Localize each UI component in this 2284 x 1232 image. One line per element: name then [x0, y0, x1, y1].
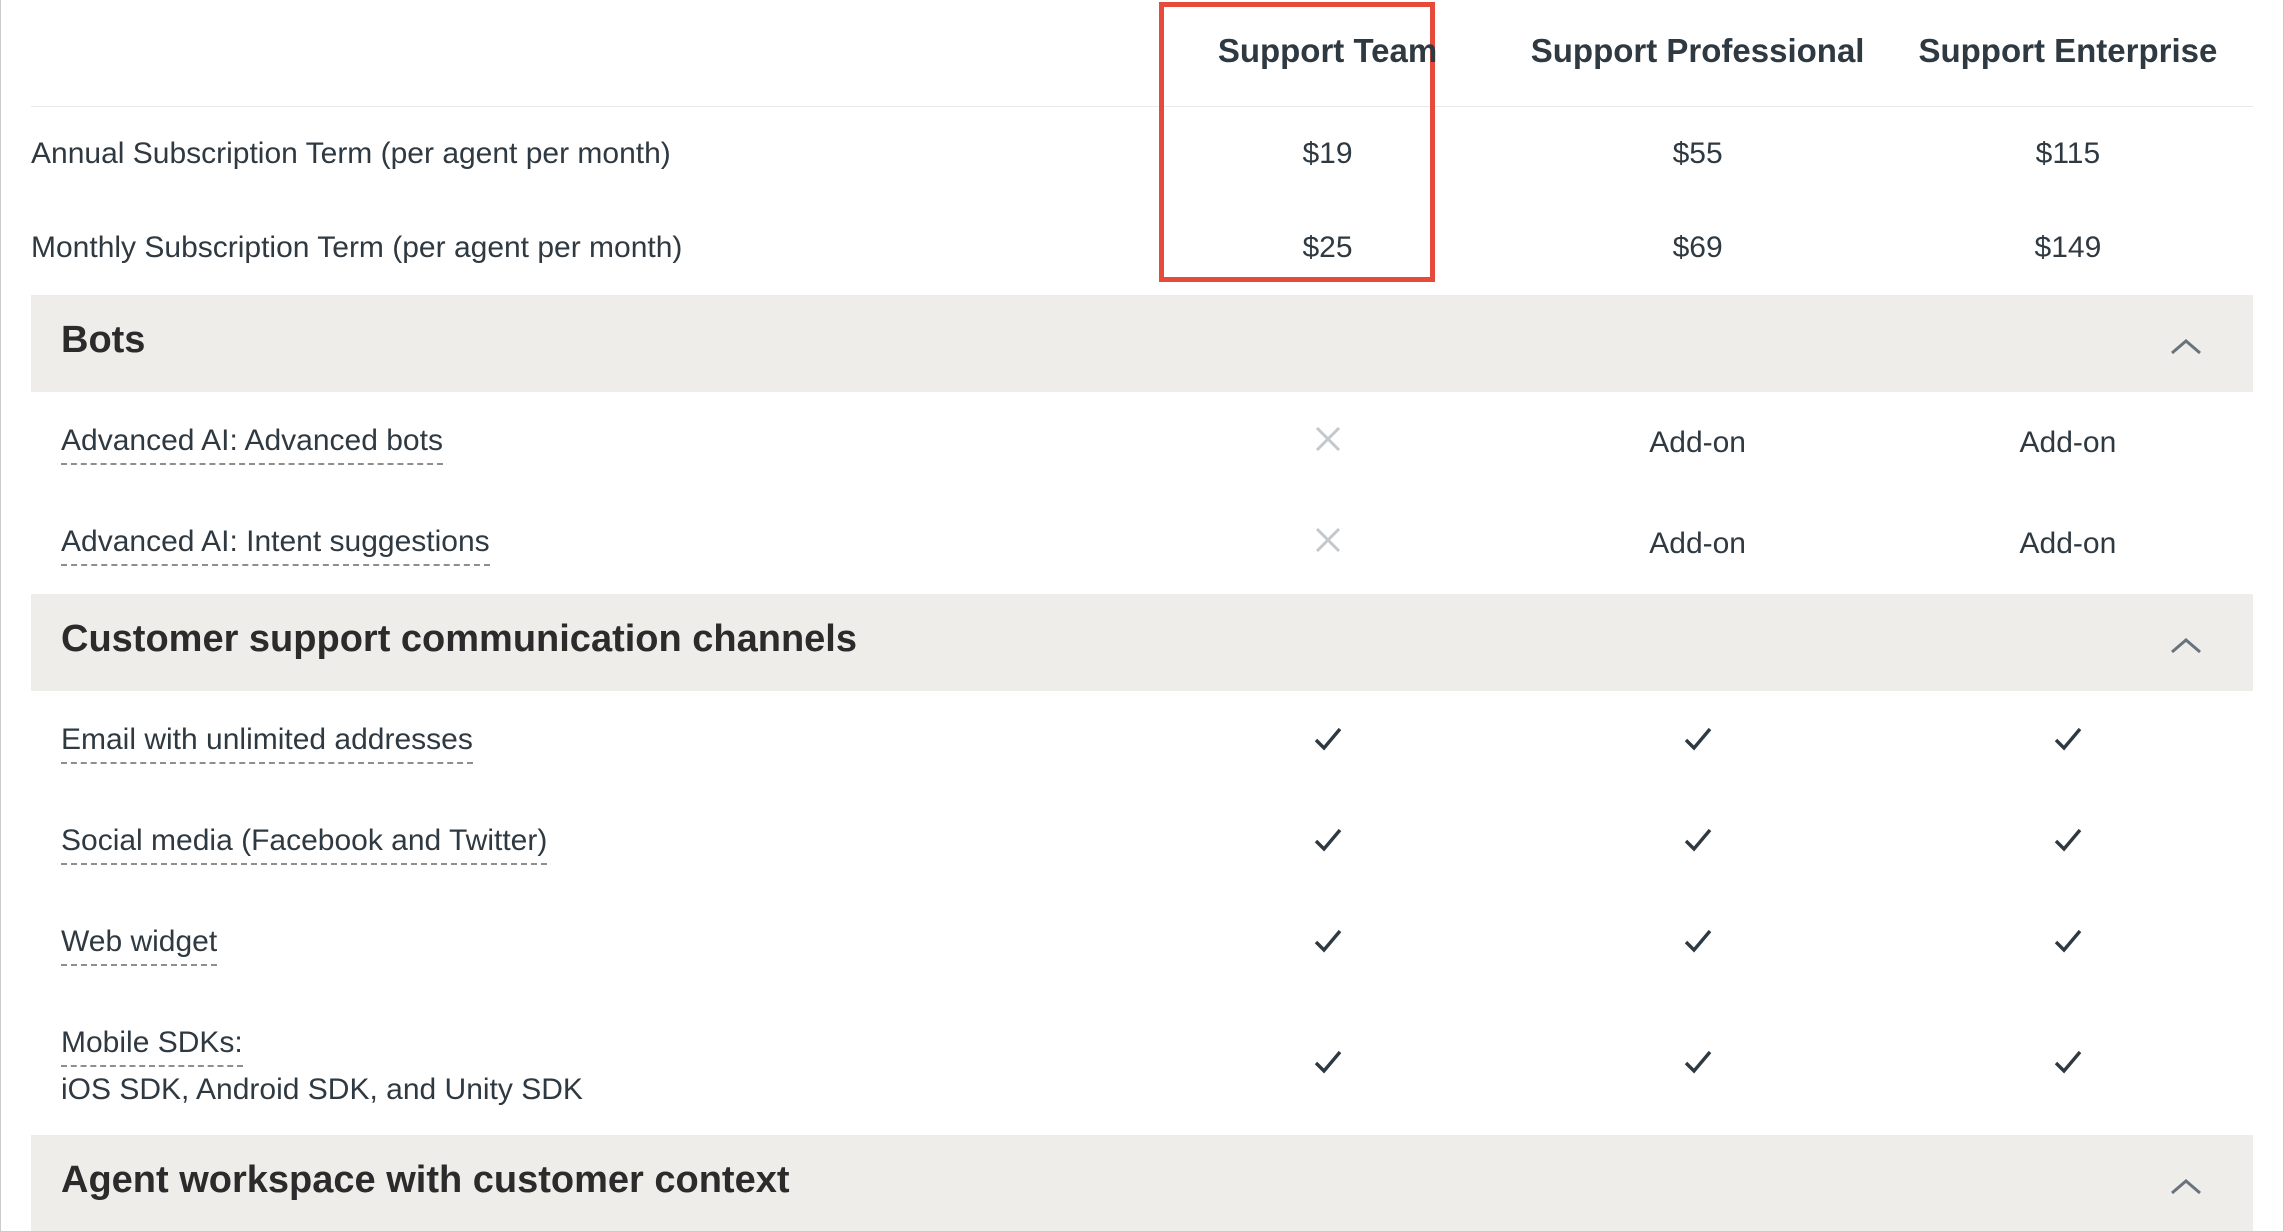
mobile-sdks-label[interactable]: Mobile SDKs: — [61, 1022, 243, 1067]
advanced-bots-ent: Add-on — [2020, 426, 2117, 459]
advanced-bots-label[interactable]: Advanced AI: Advanced bots — [61, 420, 443, 465]
monthly-label: Monthly Subscription Term (per agent per… — [31, 201, 1143, 295]
annual-professional-price: $55 — [1512, 107, 1882, 202]
plan-header-enterprise: Support Enterprise — [1883, 0, 2253, 107]
intent-suggestions-label[interactable]: Advanced AI: Intent suggestions — [61, 521, 490, 566]
feature-header — [31, 0, 1143, 107]
check-icon — [1681, 830, 1715, 863]
section-bots[interactable]: Bots — [31, 295, 2253, 392]
row-web-widget: Web widget — [31, 893, 2253, 994]
social-label[interactable]: Social media (Facebook and Twitter) — [61, 820, 547, 865]
monthly-team-price: $25 — [1143, 201, 1513, 295]
row-monthly-subscription: Monthly Subscription Term (per agent per… — [31, 201, 2253, 295]
check-icon — [1311, 729, 1345, 762]
chevron-up-icon[interactable] — [2169, 319, 2223, 368]
intent-suggestions-ent: Add-on — [2020, 527, 2117, 560]
plan-header-team: Support Team — [1143, 0, 1513, 107]
web-widget-label[interactable]: Web widget — [61, 921, 217, 966]
check-icon — [1681, 931, 1715, 964]
annual-team-price: $19 — [1143, 107, 1513, 202]
plan-header-row: Support Team Support Professional Suppor… — [31, 0, 2253, 107]
pricing-comparison-table: Support Team Support Professional Suppor… — [31, 0, 2253, 1232]
monthly-professional-price: $69 — [1512, 201, 1882, 295]
check-icon — [1681, 729, 1715, 762]
check-icon — [2051, 729, 2085, 762]
chevron-up-icon[interactable] — [2169, 1159, 2223, 1208]
chevron-up-icon[interactable] — [2169, 618, 2223, 667]
x-icon — [1313, 428, 1343, 461]
check-icon — [2051, 931, 2085, 964]
x-icon — [1313, 529, 1343, 562]
row-social: Social media (Facebook and Twitter) — [31, 792, 2253, 893]
section-channels-title: Customer support communication channels — [61, 618, 857, 660]
monthly-enterprise-price: $149 — [1883, 201, 2253, 295]
row-advanced-bots: Advanced AI: Advanced bots Add-on Add-on — [31, 392, 2253, 493]
section-channels[interactable]: Customer support communication channels — [31, 594, 2253, 691]
section-bots-title: Bots — [61, 319, 145, 361]
check-icon — [1311, 1052, 1345, 1085]
check-icon — [1311, 931, 1345, 964]
annual-label: Annual Subscription Term (per agent per … — [31, 107, 1143, 202]
mobile-sdks-sub: iOS SDK, Android SDK, and Unity SDK — [61, 1073, 1143, 1107]
section-agent-workspace[interactable]: Agent workspace with customer context — [31, 1135, 2253, 1232]
section-agent-workspace-title: Agent workspace with customer context — [61, 1159, 790, 1201]
annual-enterprise-price: $115 — [1883, 107, 2253, 202]
row-mobile-sdks: Mobile SDKs: iOS SDK, Android SDK, and U… — [31, 994, 2253, 1135]
check-icon — [1311, 830, 1345, 863]
check-icon — [2051, 830, 2085, 863]
check-icon — [1681, 1052, 1715, 1085]
plan-header-professional: Support Professional — [1512, 0, 1882, 107]
intent-suggestions-pro: Add-on — [1649, 527, 1746, 560]
row-annual-subscription: Annual Subscription Term (per agent per … — [31, 107, 2253, 202]
advanced-bots-pro: Add-on — [1649, 426, 1746, 459]
row-email: Email with unlimited addresses — [31, 691, 2253, 792]
row-intent-suggestions: Advanced AI: Intent suggestions Add-on A… — [31, 493, 2253, 594]
check-icon — [2051, 1052, 2085, 1085]
email-label[interactable]: Email with unlimited addresses — [61, 719, 473, 764]
